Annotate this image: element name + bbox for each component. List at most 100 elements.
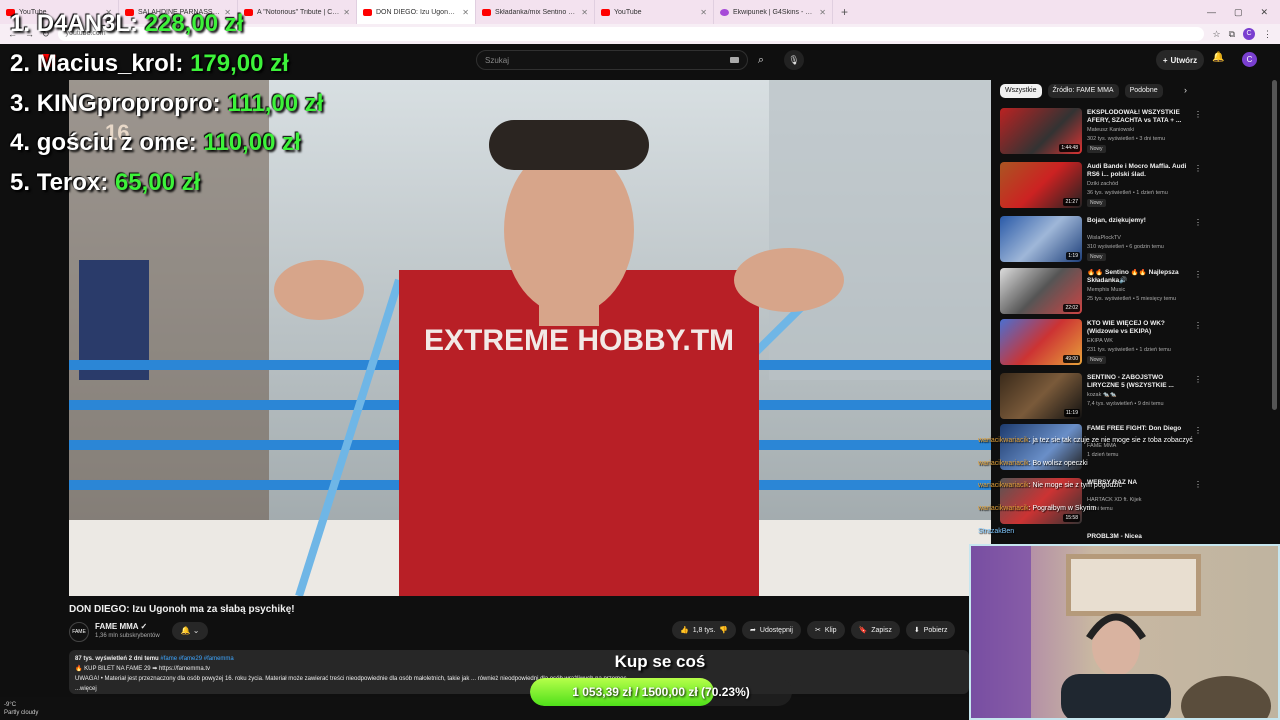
weather-temp: -9°C (4, 702, 17, 708)
tab-label: YouTube (614, 8, 642, 16)
more-options-icon[interactable]: ⋮ (1194, 321, 1202, 330)
description-line: UWAGA! • Materiał jest przeznaczony dla … (75, 676, 629, 682)
channel-name[interactable]: FAME MMA ✓ (95, 622, 147, 631)
more-options-icon[interactable]: ⋮ (1194, 218, 1202, 227)
share-button[interactable]: ➦ Udostępnij (742, 621, 801, 639)
rec-title[interactable]: SENTINO - ZABÓJSTWO LIRYCZNE 5 (WSZYSTKI… (1087, 374, 1192, 390)
rec-title[interactable]: KTO WIE WIĘCEJ O WK? (Widzowie vs EKIPA) (1087, 320, 1192, 336)
show-more-link[interactable]: ...więcej (75, 684, 963, 694)
keyboard-icon[interactable] (730, 57, 739, 63)
video-description[interactable]: 87 tys. wyświetleń 2 dni temu #fame #fam… (69, 650, 969, 694)
video-actions: 👍 1,8 tys. 👎 ➦ Udostępnij ✂ Klip 🔖 Zapisz ⬇ Po… (672, 621, 956, 639)
browser-tab[interactable]: YouTube ✕ (595, 0, 714, 24)
minimize-icon[interactable]: — (1207, 7, 1216, 18)
video-player[interactable]: EXTREME HOBBY.TM 16 (69, 80, 991, 596)
close-tab-icon[interactable]: ✕ (819, 8, 826, 17)
profile-avatar[interactable]: C (1243, 28, 1255, 40)
new-badge: Nowy (1087, 199, 1106, 207)
close-tab-icon[interactable]: ✕ (343, 8, 350, 17)
chat-message: StrazakBen (978, 528, 1268, 535)
weather-widget[interactable]: -9°C Partly cloudy (4, 701, 38, 717)
video-thumbnail[interactable]: 22:02 (1000, 268, 1082, 314)
video-thumbnail[interactable]: 1:19 (1000, 216, 1082, 262)
donor-name: Macius_krol: (36, 50, 184, 77)
rec-channel[interactable]: Memphis Music (1087, 287, 1125, 293)
recommendation-item[interactable]: 11:19 SENTINO - ZABÓJSTWO LIRYCZNE 5 (WS… (1000, 373, 1202, 423)
verified-icon: ✓ (140, 622, 148, 631)
close-tab-icon[interactable]: ✕ (462, 8, 469, 17)
chevron-right-icon[interactable]: › (1184, 85, 1187, 95)
rec-channel[interactable]: Dziki zachód (1087, 181, 1118, 187)
bell-icon: 🔔 (180, 626, 191, 635)
browser-tab-active[interactable]: DON DIEGO: Izu Ugonoh m ✕ (357, 0, 476, 24)
rec-views: 36 tys. wyświetleń • 1 dzień temu (1087, 190, 1168, 196)
browser-tab[interactable]: Składanka/mix Sentino 2 - Yo ✕ (476, 0, 595, 24)
browser-menu-icon[interactable]: ⋮ (1263, 29, 1272, 40)
avatar[interactable]: C (1242, 52, 1257, 67)
search-button[interactable]: ⌕ (750, 50, 772, 70)
dislike-icon[interactable]: 👎 (719, 626, 728, 634)
chat-text: Nie moge sie z tym pogodzic (1032, 482, 1122, 489)
rec-title[interactable]: Bojan, dziękujemy! (1087, 217, 1192, 225)
recommendation-item[interactable]: 1:19 Bojan, dziękujemy! WislaPlockTV 310… (1000, 216, 1202, 266)
search-input[interactable]: Szukaj (476, 50, 748, 70)
rec-channel[interactable]: kozak 🐀🐀 (1087, 392, 1117, 398)
notification-bell-button[interactable]: 🔔 ⌄ (172, 622, 208, 640)
browser-tab[interactable]: A "Notorious" Tribute | Conor M ✕ (238, 0, 357, 24)
recommendation-item[interactable]: 1:44:48 EKSPLODOWAŁ! WSZYSTKIE AFERY, SZ… (1000, 108, 1202, 158)
clip-button[interactable]: ✂ Klip (806, 621, 845, 639)
more-options-icon[interactable]: ⋮ (1194, 164, 1202, 173)
scrollbar[interactable] (1272, 80, 1277, 410)
close-tab-icon[interactable]: ✕ (581, 8, 588, 17)
donation-leader: 1. D4AN3L: 228,00 zł (10, 10, 243, 38)
youtube-favicon-icon (482, 8, 491, 16)
rec-channel[interactable]: EKIPA WK (1087, 338, 1113, 344)
bookmark-star-icon[interactable]: ☆ (1212, 29, 1220, 40)
video-thumbnail[interactable]: 49:00 (1000, 319, 1082, 365)
hashtags[interactable]: #fame #fame29 #famemma (160, 656, 233, 662)
voice-search-button[interactable]: 🎙 (784, 50, 804, 70)
chip-all[interactable]: Wszystkie (1000, 84, 1042, 98)
like-count: 1,8 tys. (692, 626, 716, 634)
extensions-icon[interactable]: ⧉ (1229, 29, 1235, 40)
close-window-icon[interactable]: ✕ (1260, 7, 1268, 18)
recommendation-item[interactable]: 21:27 Audi Bande i Mocro Maffia. Audi RS… (1000, 162, 1202, 212)
chip-similar[interactable]: Podobne (1124, 84, 1163, 98)
more-options-icon[interactable]: ⋮ (1194, 270, 1202, 279)
close-tab-icon[interactable]: ✕ (700, 8, 707, 17)
shirt-print: EXTREME HOBBY.TM (424, 324, 734, 357)
save-label: Zapisz (871, 626, 892, 634)
new-tab-button[interactable]: + (833, 5, 856, 19)
recommendation-item[interactable]: 22:02 🔥🔥 Sentino 🔥🔥 Najlepsza Składanka🔊… (1000, 268, 1202, 318)
rec-title[interactable]: 🔥🔥 Sentino 🔥🔥 Najlepsza Składanka🔊 (1087, 269, 1192, 285)
g4skins-favicon-icon (720, 8, 729, 16)
new-badge: Nowy (1087, 253, 1106, 261)
rec-channel[interactable]: HARTACK XD ft. Kijek (1087, 497, 1142, 503)
chip-source[interactable]: Źródło: FAME MMA (1047, 84, 1119, 98)
save-button[interactable]: 🔖 Zapisz (850, 621, 900, 639)
download-button[interactable]: ⬇ Pobierz (905, 621, 956, 639)
rec-channel[interactable]: Mateusz Kaniowski (1087, 127, 1134, 133)
create-label: Utwórz (1170, 55, 1198, 65)
rec-title[interactable]: Audi Bande i Mocro Maffia. Audi RS6 i...… (1087, 163, 1192, 179)
channel-avatar[interactable]: FAME (69, 622, 89, 642)
subscriber-count: 1,36 mln subskrybentów (95, 633, 160, 639)
video-thumbnail[interactable]: 11:19 (1000, 373, 1082, 419)
recommendation-item[interactable]: 49:00 KTO WIE WIĘCEJ O WK? (Widzowie vs … (1000, 319, 1202, 369)
like-button[interactable]: 👍 1,8 tys. 👎 (672, 621, 737, 639)
browser-tab[interactable]: Ekwipunek | G4Skins - Otwierz ✕ (714, 0, 833, 24)
video-thumbnail[interactable]: 1:44:48 (1000, 108, 1082, 154)
create-button[interactable]: + Utwórz (1156, 50, 1204, 70)
more-options-icon[interactable]: ⋮ (1194, 375, 1202, 384)
maximize-icon[interactable]: ▢ (1234, 7, 1243, 18)
rec-title[interactable]: FAME FREE FIGHT: Don Diego (1087, 425, 1192, 433)
more-options-icon[interactable]: ⋮ (1194, 426, 1202, 435)
duration-badge: 1:19 (1066, 252, 1080, 260)
notifications-bell-icon[interactable]: 🔔 (1212, 52, 1224, 63)
video-thumbnail[interactable]: 21:27 (1000, 162, 1082, 208)
rec-title[interactable]: EKSPLODOWAŁ! WSZYSTKIE AFERY, SZACHTA vs… (1087, 109, 1192, 125)
microphone-icon: 🎙 (788, 55, 800, 65)
rec-channel[interactable]: WislaPlockTV (1087, 235, 1121, 241)
more-options-icon[interactable]: ⋮ (1194, 110, 1202, 119)
duration-badge: 49:00 (1063, 355, 1080, 363)
